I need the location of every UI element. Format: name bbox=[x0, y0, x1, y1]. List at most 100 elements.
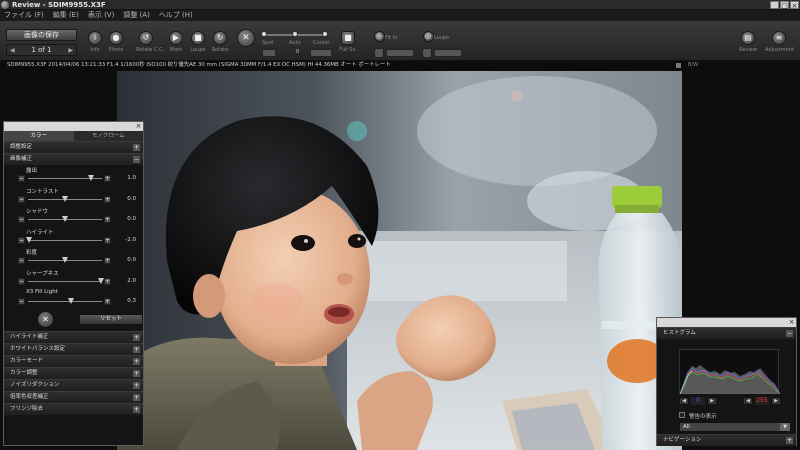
high-increase-button[interactable]: ▶ bbox=[771, 397, 781, 405]
zoom-field-right[interactable] bbox=[310, 49, 332, 57]
section-item[interactable]: ノイズリダクション + bbox=[4, 378, 143, 391]
slider-increase-button[interactable]: + bbox=[104, 298, 111, 305]
zoom-slider-mid-knob[interactable] bbox=[292, 31, 298, 37]
expand-icon[interactable]: + bbox=[133, 144, 140, 151]
menu-edit[interactable]: 編集 (E) bbox=[53, 10, 79, 21]
photo-button[interactable]: ● Photo bbox=[106, 31, 126, 53]
auto-adjust-dial-icon[interactable]: ✕ bbox=[37, 310, 54, 328]
high-decrease-button[interactable]: ◀ bbox=[743, 397, 753, 405]
warning-checkbox[interactable] bbox=[679, 412, 685, 418]
low-value[interactable]: 0 bbox=[691, 397, 705, 405]
page-next-button[interactable]: ▶ bbox=[68, 47, 73, 54]
section-label: ハイライト補正 bbox=[10, 333, 49, 340]
menu-help[interactable]: ヘルプ (H) bbox=[159, 10, 193, 21]
rotate-ccw-button[interactable]: ↺ Rotate C.C. bbox=[136, 31, 164, 53]
slider-knob[interactable] bbox=[62, 195, 68, 202]
collapse-icon[interactable]: − bbox=[133, 156, 140, 163]
section-histogram[interactable]: ヒストグラム − bbox=[657, 327, 796, 339]
section-label: ナビゲーション bbox=[663, 437, 702, 443]
slider-track[interactable] bbox=[28, 239, 102, 241]
info-button[interactable]: i Info bbox=[85, 31, 105, 53]
section-item[interactable]: ハイライト補正 + bbox=[4, 330, 143, 343]
close-button[interactable]: × bbox=[790, 1, 799, 10]
expand-icon[interactable]: + bbox=[133, 333, 140, 341]
section-image-correction[interactable]: 画像補正 − bbox=[4, 153, 143, 165]
histogram-panel-header[interactable]: × bbox=[657, 318, 796, 327]
tab-color[interactable]: カラー bbox=[4, 131, 74, 141]
slider-knob[interactable] bbox=[87, 175, 94, 181]
menu-adjust[interactable]: 調整 (A) bbox=[123, 10, 149, 21]
histogram-panel: × ヒストグラム − ◀ 0 ▶ ◀ 255 ▶ 警告の表示 All ▼ ナビゲ… bbox=[656, 317, 797, 446]
slider-increase-button[interactable]: + bbox=[104, 216, 111, 223]
section-item[interactable]: 倍率色収差補正 + bbox=[4, 390, 143, 403]
expand-icon[interactable]: + bbox=[133, 369, 140, 377]
section-item[interactable]: カラーモード + bbox=[4, 354, 143, 367]
expand-icon[interactable]: + bbox=[786, 437, 793, 444]
save-image-button[interactable]: 画像の保存 bbox=[6, 29, 77, 41]
section-label: カラー調整 bbox=[10, 369, 38, 376]
tab-monochrome[interactable]: モノクローム bbox=[73, 131, 143, 141]
section-item[interactable]: ホワイトバランス設定 + bbox=[4, 342, 143, 355]
high-value[interactable]: 255 bbox=[755, 397, 769, 405]
section-label: カラーモード bbox=[10, 357, 44, 364]
slider-decrease-button[interactable]: − bbox=[18, 257, 25, 264]
slider-decrease-button[interactable]: − bbox=[18, 175, 25, 182]
fit-prev-button[interactable] bbox=[374, 48, 384, 58]
zoom-slider-right-knob[interactable] bbox=[322, 31, 328, 37]
info-icon: i bbox=[88, 31, 102, 45]
fullscreen-button[interactable]: ■ Full Sc. bbox=[338, 31, 358, 53]
slider-label: 彩度 bbox=[26, 250, 38, 256]
section-navigation[interactable]: ナビゲーション + bbox=[657, 434, 796, 446]
section-adjust-settings[interactable]: 調整設定 + bbox=[4, 141, 143, 153]
slider-increase-button[interactable]: + bbox=[104, 195, 111, 203]
slider-increase-button[interactable]: + bbox=[104, 236, 111, 244]
collapse-icon[interactable]: − bbox=[786, 330, 793, 337]
section-item[interactable]: フリンジ除去 + bbox=[4, 402, 143, 415]
adjustment-panel-close-icon[interactable]: × bbox=[135, 122, 142, 130]
slider-knob[interactable] bbox=[62, 216, 68, 222]
adjustment-panel-header[interactable]: × bbox=[4, 122, 143, 131]
rotate-cw-button[interactable]: ↻ Rotate bbox=[210, 31, 230, 53]
section-item[interactable]: カラー調整 + bbox=[4, 366, 143, 379]
slider-increase-button[interactable]: + bbox=[104, 277, 111, 285]
reset-button[interactable]: リセット bbox=[79, 313, 143, 325]
slider-knob[interactable] bbox=[62, 257, 68, 263]
expand-icon[interactable]: + bbox=[133, 345, 140, 353]
lock-button[interactable]: ■ Loupe bbox=[188, 31, 208, 53]
photo-preview[interactable] bbox=[117, 71, 682, 450]
expand-icon[interactable]: + bbox=[133, 405, 140, 413]
menu-file[interactable]: ファイル (F) bbox=[4, 10, 44, 21]
slider-decrease-button[interactable]: − bbox=[18, 216, 25, 223]
review-button[interactable]: ▤ Review bbox=[738, 31, 758, 53]
menu-view[interactable]: 表示 (V) bbox=[88, 10, 114, 21]
slider-knob[interactable] bbox=[26, 236, 33, 243]
slider-track[interactable] bbox=[28, 280, 102, 282]
loupe-field[interactable] bbox=[434, 49, 462, 57]
loupe-prev-button[interactable] bbox=[422, 48, 432, 58]
slider-decrease-button[interactable]: − bbox=[18, 195, 25, 203]
page-prev-button[interactable]: ◀ bbox=[10, 47, 15, 54]
low-increase-button[interactable]: ▶ bbox=[707, 397, 717, 405]
histogram-panel-close-icon[interactable]: × bbox=[788, 318, 795, 326]
expand-icon[interactable]: + bbox=[133, 393, 140, 401]
low-decrease-button[interactable]: ◀ bbox=[679, 397, 689, 405]
fit-field[interactable] bbox=[386, 49, 414, 57]
minimize-button[interactable]: _ bbox=[770, 1, 779, 10]
slider-increase-button[interactable]: + bbox=[104, 257, 111, 264]
slider-knob[interactable] bbox=[67, 298, 74, 304]
zoom-slider-left-knob[interactable] bbox=[261, 31, 267, 37]
slider-track[interactable] bbox=[28, 301, 102, 302]
expand-icon[interactable]: + bbox=[133, 357, 140, 365]
slider-increase-button[interactable]: + bbox=[104, 175, 111, 182]
zoom-field-left[interactable] bbox=[262, 49, 276, 57]
slider-decrease-button[interactable]: − bbox=[18, 298, 25, 305]
wand-button[interactable]: ✕ bbox=[236, 29, 256, 47]
expand-icon[interactable]: + bbox=[133, 381, 140, 389]
slider-decrease-button[interactable]: − bbox=[18, 277, 25, 285]
adjustment-button[interactable]: ≡ Adjustment bbox=[765, 31, 794, 53]
maximize-button[interactable]: □ bbox=[780, 1, 789, 10]
channel-select[interactable]: All ▼ bbox=[679, 422, 791, 432]
slider-decrease-button[interactable]: − bbox=[18, 236, 25, 244]
mark-button[interactable]: ▶ Mark bbox=[166, 31, 186, 53]
slider-knob[interactable] bbox=[97, 277, 104, 284]
